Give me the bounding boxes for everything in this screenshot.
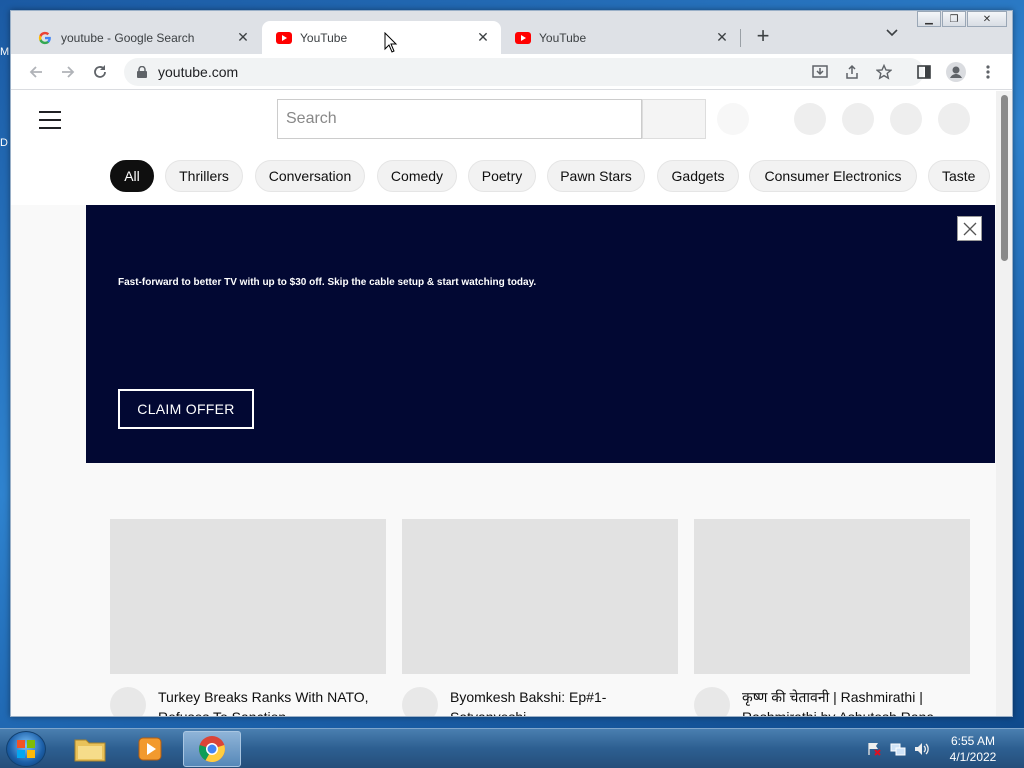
search-placeholder: Search [286, 110, 337, 127]
promo-banner: Fast-forward to better TV with up to $30… [86, 205, 995, 463]
tab-title: youtube - Google Search [61, 30, 195, 45]
masthead: Search [11, 91, 996, 149]
clock-time: 6:55 AM [950, 734, 996, 748]
browser-window: youtube - Google Search ✕ YouTube ✕ YouT… [10, 10, 1013, 717]
search-input[interactable]: Search [277, 99, 642, 139]
tab-google-search[interactable]: youtube - Google Search ✕ [23, 21, 261, 54]
url-text: youtube.com [158, 64, 239, 80]
hamburger-menu-icon[interactable] [39, 111, 61, 129]
video-thumbnail[interactable] [694, 519, 970, 674]
new-tab-icon[interactable]: + [752, 25, 774, 48]
video-card[interactable]: कृष्ण की चेतावनी | Rashmirathi | Rashmir… [694, 519, 970, 716]
video-thumbnail[interactable] [402, 519, 678, 674]
maximize-icon[interactable]: ❐ [942, 11, 966, 27]
chip-bar: All Thrillers Conversation Comedy Poetry… [11, 149, 996, 205]
voice-search-icon[interactable] [717, 103, 749, 135]
channel-avatar[interactable] [694, 687, 730, 716]
youtube-icon [276, 30, 292, 46]
install-app-icon[interactable] [809, 61, 831, 83]
share-icon[interactable] [841, 61, 863, 83]
side-panel-icon[interactable] [913, 61, 935, 83]
notifications-icon[interactable] [890, 103, 922, 135]
chip-all[interactable]: All [110, 160, 154, 192]
desktop-icon-label-fragment: D [0, 137, 8, 149]
close-window-icon[interactable]: ✕ [967, 11, 1007, 27]
youtube-page: Search All Thrillers Conversation Comedy… [11, 91, 996, 716]
clock-date: 4/1/2022 [949, 750, 997, 764]
forward-icon[interactable] [57, 61, 79, 83]
page-scrollbar[interactable] [996, 91, 1012, 716]
back-icon[interactable] [25, 61, 47, 83]
video-title[interactable]: Turkey Breaks Ranks With NATO, Refuses T… [158, 687, 378, 716]
channel-avatar[interactable] [110, 687, 146, 716]
channel-avatar[interactable] [402, 687, 438, 716]
chip-thrillers[interactable]: Thrillers [165, 160, 243, 192]
file-explorer-icon[interactable] [61, 731, 119, 767]
tab-strip: youtube - Google Search ✕ YouTube ✕ YouT… [11, 11, 1012, 54]
windows-start-button[interactable] [6, 731, 46, 767]
chip-taste[interactable]: Taste [928, 160, 990, 192]
tab-youtube-active[interactable]: YouTube ✕ [262, 21, 501, 54]
network-icon[interactable] [890, 741, 906, 757]
more-menu-icon[interactable] [977, 61, 999, 83]
banner-text: Fast-forward to better TV with up to $30… [118, 277, 537, 288]
video-title[interactable]: कृष्ण की चेतावनी | Rashmirathi | Rashmir… [742, 687, 962, 716]
scrollbar-thumb[interactable] [1001, 95, 1008, 261]
chip-conversation[interactable]: Conversation [255, 160, 365, 192]
browser-toolbar: youtube.com [11, 54, 1012, 90]
chip-pawn-stars[interactable]: Pawn Stars [547, 160, 645, 192]
avatar[interactable] [938, 103, 970, 135]
chip-comedy[interactable]: Comedy [377, 160, 457, 192]
chrome-taskbar-icon[interactable] [183, 731, 241, 767]
chip-poetry[interactable]: Poetry [468, 160, 536, 192]
action-center-icon[interactable] [866, 741, 882, 757]
apps-icon[interactable] [842, 103, 874, 135]
close-icon[interactable] [957, 216, 982, 241]
chip-consumer-electronics[interactable]: Consumer Electronics [749, 160, 917, 192]
close-icon[interactable]: ✕ [714, 29, 730, 46]
video-card[interactable]: Byomkesh Bakshi: Ep#1- Satyanveshi [402, 519, 678, 716]
minimize-icon[interactable]: ▁ [917, 11, 941, 27]
video-card[interactable]: Turkey Breaks Ranks With NATO, Refuses T… [110, 519, 386, 716]
video-title[interactable]: Byomkesh Bakshi: Ep#1- Satyanveshi [450, 687, 670, 716]
tab-title: YouTube [539, 30, 587, 45]
profile-icon[interactable] [945, 61, 967, 83]
claim-offer-button[interactable]: CLAIM OFFER [118, 389, 254, 429]
system-clock[interactable]: 6:55 AM 4/1/2022 [944, 733, 1002, 765]
close-icon[interactable]: ✕ [235, 29, 251, 46]
media-player-icon[interactable] [121, 731, 179, 767]
lock-icon[interactable] [136, 65, 148, 79]
mouse-cursor-icon [384, 32, 398, 53]
chip-gadgets[interactable]: Gadgets [657, 160, 739, 192]
search-button[interactable] [642, 99, 706, 139]
youtube-icon [515, 30, 531, 46]
tab-separator [740, 29, 741, 47]
chevron-down-icon[interactable] [886, 26, 898, 40]
reload-icon[interactable] [89, 61, 111, 83]
desktop-icon-label-fragment: M [0, 46, 10, 58]
video-thumbnail[interactable] [110, 519, 386, 674]
tab-youtube[interactable]: YouTube ✕ [501, 21, 740, 54]
close-icon[interactable]: ✕ [475, 29, 491, 46]
create-icon[interactable] [794, 103, 826, 135]
address-bar[interactable]: youtube.com [124, 58, 924, 86]
volume-icon[interactable] [914, 741, 930, 757]
google-g-icon [37, 30, 53, 46]
taskbar: 6:55 AM 4/1/2022 [0, 728, 1024, 768]
bookmark-star-icon[interactable] [873, 61, 895, 83]
